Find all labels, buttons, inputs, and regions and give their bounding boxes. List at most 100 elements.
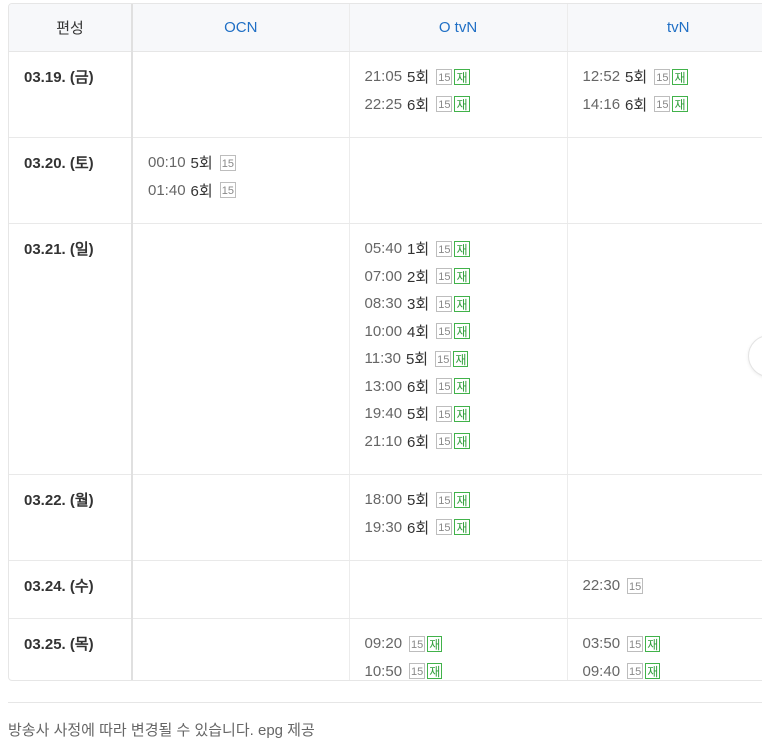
broadcast-entry[interactable]: 10:00 4회 15 재 <box>365 318 567 346</box>
broadcast-entry[interactable]: 19:30 6회 15 재 <box>365 514 567 542</box>
rerun-badge: 재 <box>672 96 688 113</box>
airtime: 21:10 <box>364 432 403 450</box>
broadcast-entry[interactable]: 00:10 5회 15 <box>148 149 349 177</box>
rerun-badge: 재 <box>454 96 470 113</box>
slot-cell-tvn <box>566 474 762 561</box>
slot-cell-tvn: 12:52 5회 15 재 14:16 6회 15 재 <box>566 51 762 138</box>
broadcast-entry[interactable]: 13:00 6회 15 재 <box>365 373 567 401</box>
channel-header-otvn[interactable]: O tvN <box>348 4 567 52</box>
slot-cell-ocn <box>131 474 349 561</box>
episode-number: 6회 <box>407 96 430 114</box>
rerun-badge: 재 <box>454 68 470 85</box>
age-rating-badge: 15 <box>436 96 453 113</box>
channel-header-tvn[interactable]: tvN <box>566 4 762 52</box>
episode-number: 6회 <box>407 378 430 396</box>
rerun-badge: 재 <box>454 295 470 312</box>
schedule-row: 03.19. (금) 21:05 5회 15 재 22:25 6회 15 재 12:52 5회 1… <box>9 51 762 138</box>
broadcast-entry[interactable]: 19:40 5회 15 재 <box>365 400 567 428</box>
date-cell: 03.22. (월) <box>9 474 133 561</box>
episode-number: 5회 <box>407 492 430 510</box>
slot-cell-ocn <box>131 618 349 680</box>
broadcast-entry[interactable]: 14:16 6회 15 재 <box>583 91 762 119</box>
age-rating-badge: 15 <box>436 433 453 450</box>
age-rating-badge: 15 <box>219 182 236 199</box>
broadcast-entry[interactable]: 07:00 2회 15 재 <box>365 263 567 291</box>
channel-header-ocn[interactable]: OCN <box>131 4 349 52</box>
rerun-badge: 재 <box>454 268 470 285</box>
airtime: 08:30 <box>364 295 403 313</box>
schedule-table: 편성 OCN O tvN tvN 03.19. (금) 21:05 5회 15 재 22… <box>9 4 762 681</box>
slot-cell-ocn <box>131 560 349 619</box>
airtime: 09:20 <box>364 635 403 653</box>
slot-cell-otvn: 05:40 1회 15 재 07:00 2회 15 재 08:30 3회 15 재 10:00 4회 15 재… <box>348 223 567 475</box>
date-cell: 03.24. (수) <box>9 560 133 619</box>
episode-number: 1회 <box>407 241 430 259</box>
header-corner: 편성 <box>9 4 133 52</box>
slot-cell-tvn <box>566 137 762 224</box>
episode-number: 2회 <box>407 268 430 286</box>
broadcast-entry[interactable]: 10:50 15 재 <box>365 658 567 681</box>
rerun-badge: 재 <box>645 635 661 652</box>
broadcast-entry[interactable]: 22:30 15 <box>583 572 762 600</box>
age-rating-badge: 15 <box>436 240 453 257</box>
airtime: 03:50 <box>582 635 621 653</box>
rerun-badge: 재 <box>427 635 443 652</box>
episode-number: 6회 <box>407 433 430 451</box>
broadcast-entry[interactable]: 11:30 5회 15 재 <box>365 345 567 373</box>
broadcast-entry[interactable]: 22:25 6회 15 재 <box>365 91 567 119</box>
age-rating-badge: 15 <box>436 295 453 312</box>
episode-number: 5회 <box>407 406 430 424</box>
broadcast-entry[interactable]: 09:20 15 재 <box>365 630 567 658</box>
airtime: 05:40 <box>364 240 403 258</box>
age-rating-badge: 15 <box>409 635 426 652</box>
episode-number: 6회 <box>407 519 430 537</box>
rerun-badge: 재 <box>672 68 688 85</box>
airtime: 07:00 <box>364 267 403 285</box>
slot-cell-otvn <box>348 137 567 224</box>
rerun-badge: 재 <box>453 350 469 367</box>
schedule-row: 03.25. (목) 09:20 15 재 10:50 15 재 03:50 15 재 09:4… <box>9 618 762 681</box>
slot-cell-otvn: 21:05 5회 15 재 22:25 6회 15 재 <box>348 51 567 138</box>
age-rating-badge: 15 <box>627 635 644 652</box>
age-rating-badge: 15 <box>436 378 453 395</box>
airtime: 19:40 <box>364 405 403 423</box>
episode-number: 5회 <box>407 69 430 87</box>
schedule-row: 03.20. (토) 00:10 5회 15 01:40 6회 15 <box>9 137 762 224</box>
broadcast-entry[interactable]: 03:50 15 재 <box>583 630 762 658</box>
broadcast-entry[interactable]: 08:30 3회 15 재 <box>365 290 567 318</box>
airtime: 22:30 <box>582 577 621 595</box>
broadcast-entry[interactable]: 12:52 5회 15 재 <box>583 63 762 91</box>
broadcast-entry[interactable]: 05:40 1회 15 재 <box>365 235 567 263</box>
age-rating-badge: 15 <box>627 663 644 680</box>
age-rating-badge: 15 <box>436 323 453 340</box>
schedule-table-container: 편성 OCN O tvN tvN 03.19. (금) 21:05 5회 15 재 22… <box>8 3 762 681</box>
episode-number: 4회 <box>407 323 430 341</box>
airtime: 21:05 <box>364 68 403 86</box>
rerun-badge: 재 <box>454 491 470 508</box>
rerun-badge: 재 <box>454 519 470 536</box>
rerun-badge: 재 <box>454 240 470 257</box>
rerun-badge: 재 <box>454 378 470 395</box>
broadcast-entry[interactable]: 09:40 15 재 <box>583 658 762 681</box>
airtime: 11:30 <box>364 350 401 368</box>
slot-cell-tvn <box>566 223 762 475</box>
broadcast-entry[interactable]: 21:05 5회 15 재 <box>365 63 567 91</box>
age-rating-badge: 15 <box>654 68 671 85</box>
age-rating-badge: 15 <box>409 663 426 680</box>
schedule-row: 03.21. (일) 05:40 1회 15 재 07:00 2회 15 재 08:30 3회 15… <box>9 223 762 475</box>
episode-number: 6회 <box>625 96 648 114</box>
rerun-badge: 재 <box>454 323 470 340</box>
age-rating-badge: 15 <box>436 68 453 85</box>
slot-cell-tvn: 22:30 15 <box>566 560 762 619</box>
date-cell: 03.25. (목) <box>9 618 133 680</box>
age-rating-badge: 15 <box>436 491 453 508</box>
footer-note: 방송사 사정에 따라 변경될 수 있습니다. epg 제공 <box>8 722 315 739</box>
airtime: 00:10 <box>148 154 186 172</box>
broadcast-entry[interactable]: 01:40 6회 15 <box>148 177 349 205</box>
slot-cell-ocn <box>131 223 349 475</box>
slot-cell-otvn <box>348 560 567 619</box>
broadcast-entry[interactable]: 18:00 5회 15 재 <box>365 486 567 514</box>
date-cell: 03.19. (금) <box>9 51 133 138</box>
broadcast-entry[interactable]: 21:10 6회 15 재 <box>365 428 567 456</box>
date-cell: 03.21. (일) <box>9 223 133 475</box>
